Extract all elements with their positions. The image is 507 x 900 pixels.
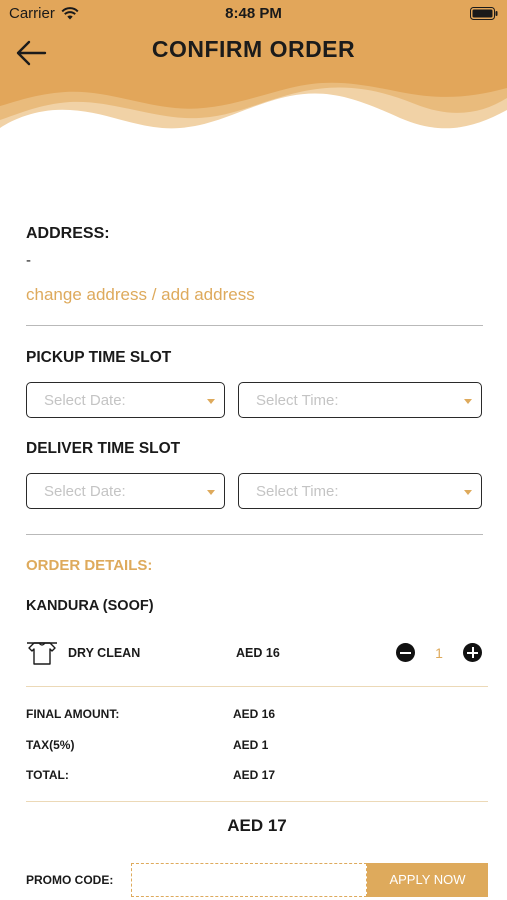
deliver-date-select[interactable]: Select Date: [26,473,225,509]
final-amount-label: FINAL AMOUNT: [26,707,120,721]
increase-quantity-button[interactable] [463,643,482,662]
final-amount-value: AED 16 [233,707,276,721]
status-time: 8:48 PM [225,5,282,22]
service-name: DRY CLEAN [68,646,141,660]
item-name: KANDURA (SOOF) [26,598,154,614]
address-value: - [26,252,31,269]
order-details-heading: ORDER DETAILS: [26,557,153,574]
pickup-time-slot-heading: PICKUP TIME SLOT [26,349,172,366]
divider [26,325,483,326]
deliver-time-slot-heading: DELIVER TIME SLOT [26,440,181,457]
address-heading: ADDRESS: [26,225,110,242]
total-value: AED 17 [233,768,276,782]
service-price: AED 16 [236,646,280,660]
change-address-link[interactable]: change address / add address [26,285,255,305]
shirt-on-hanger-icon [27,642,57,665]
divider [26,686,488,687]
divider [26,534,483,535]
caret-down-icon [464,399,472,404]
page-title: CONFIRM ORDER [151,36,356,62]
deliver-time-placeholder: Select Time: [256,483,339,500]
status-bar: Carrier 8:48 PM [0,0,507,28]
decrease-quantity-button[interactable] [396,643,415,662]
pickup-time-placeholder: Select Time: [256,392,339,409]
promo-code-label: PROMO CODE: [26,873,114,887]
total-label: TOTAL: [26,768,69,782]
apply-now-button[interactable]: APPLY NOW [367,863,488,897]
caret-down-icon [207,490,215,495]
quantity-value: 1 [435,645,443,661]
header: Carrier 8:48 PM CONFIRM ORDER [0,0,507,160]
deliver-time-select[interactable]: Select Time: [238,473,482,509]
caret-down-icon [464,490,472,495]
promo-code-input[interactable] [131,863,367,897]
caret-down-icon [207,399,215,404]
grand-total: AED 17 [227,816,287,835]
deliver-date-placeholder: Select Date: [44,483,126,500]
pickup-time-select[interactable]: Select Time: [238,382,482,418]
order-line-item: DRY CLEAN AED 16 1 [26,638,486,668]
pickup-date-select[interactable]: Select Date: [26,382,225,418]
tax-value: AED 1 [233,738,269,752]
pickup-date-placeholder: Select Date: [44,392,126,409]
tax-label: TAX(5%) [26,738,75,752]
divider [26,801,488,802]
battery-icon [470,7,498,20]
